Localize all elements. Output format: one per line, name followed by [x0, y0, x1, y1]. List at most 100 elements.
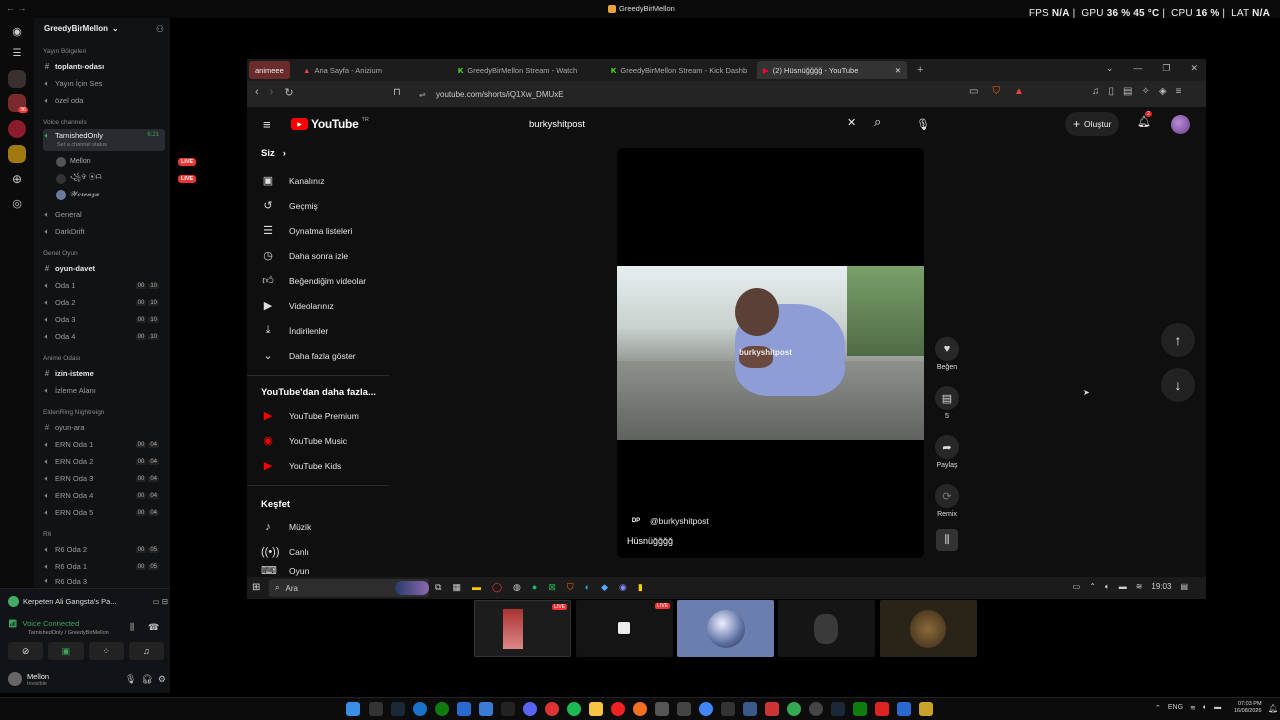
chevron-up-icon[interactable]: ⌃	[1089, 582, 1096, 592]
opera-icon[interactable]	[545, 702, 559, 716]
discover-icon[interactable]: ◎	[8, 194, 26, 212]
previous-short-button[interactable]: ↑	[1161, 323, 1195, 357]
battery-icon[interactable]: ▬	[1119, 582, 1127, 592]
edge-icon[interactable]: ◐	[585, 582, 590, 593]
channel-item[interactable]: 🔈︎ R6 Oda 2 00 05	[43, 542, 165, 557]
sidebar-item-live[interactable]: ((•)) Canlı	[261, 539, 309, 564]
add-friend-icon[interactable]: ⚇	[156, 24, 164, 35]
notification-bell-icon[interactable]: 🔔︎	[1268, 704, 1278, 713]
wallet-icon[interactable]: ▤	[1123, 86, 1132, 97]
chrome-icon[interactable]	[699, 702, 713, 716]
app-icon[interactable]	[919, 702, 933, 716]
mic-icon[interactable]: 🎙︎	[125, 674, 136, 685]
media-icon[interactable]: ♫	[1092, 86, 1100, 97]
steam-icon[interactable]	[391, 702, 405, 716]
channel-item[interactable]: 🔈︎ Yayın İçin Ses	[43, 76, 165, 91]
new-tab-button[interactable]: +	[911, 61, 929, 79]
edge-icon[interactable]	[413, 702, 427, 716]
sidebar-item-music[interactable]: ◉ YouTube Music	[261, 428, 347, 453]
task-view-icon[interactable]: ⧉	[435, 582, 441, 593]
explorer-icon[interactable]: ▬	[472, 582, 481, 593]
channel-item[interactable]: 🔈︎ Oda 4 00 10	[43, 329, 165, 344]
avatar[interactable]	[8, 672, 22, 686]
screen-share-icon[interactable]: ▣	[48, 642, 84, 660]
windows-start-icon[interactable]: ⊞	[252, 582, 260, 593]
user-tile[interactable]	[778, 600, 875, 657]
clear-search-icon[interactable]: ✕	[847, 116, 856, 129]
add-server-icon[interactable]: ⊕	[8, 170, 26, 188]
sidebar-item-show-more[interactable]: ⌄ Daha fazla göster	[261, 343, 355, 368]
maximize-icon[interactable]: ❐	[1162, 63, 1170, 74]
channel-item[interactable]: 🔈︎ R6 Oda 1 00 05	[43, 559, 165, 574]
tab-group-label[interactable]: animeee	[249, 61, 290, 79]
app-icon[interactable]: ◆	[601, 582, 608, 593]
channel-row[interactable]: DP @burkyshitpost	[627, 516, 709, 526]
channel-item[interactable]: 🔈︎ ERN Oda 5 00 04	[43, 505, 165, 520]
shorts-player[interactable]: burkyshitpost DP @burkyshitpost Hüsnüğğğ…	[617, 148, 924, 558]
close-icon[interactable]: ✕	[1190, 63, 1198, 74]
site-info-icon[interactable]: ⇌	[419, 90, 426, 99]
channel-item[interactable]: 🔈︎ R6 Oda 3	[43, 576, 165, 586]
tab-kick-dashboard[interactable]: K GreedyBirMellon Stream - Kick Dashb	[605, 61, 753, 79]
next-short-button[interactable]: ↓	[1161, 368, 1195, 402]
wifi-icon[interactable]: ≋	[1136, 582, 1143, 592]
app-icon[interactable]	[809, 702, 823, 716]
brave-icon[interactable]	[633, 702, 647, 716]
cast-icon[interactable]: ▭	[969, 86, 978, 97]
rewards-icon[interactable]: ▲	[1014, 86, 1024, 97]
app-icon[interactable]	[479, 702, 493, 716]
sidebar-item-kids[interactable]: ▶ YouTube Kids	[261, 453, 342, 478]
category-header[interactable]: R6	[43, 531, 51, 538]
category-header[interactable]: Anime Odası	[43, 355, 81, 362]
video-frame[interactable]: burkyshitpost	[617, 266, 924, 440]
forward-icon[interactable]: ›	[270, 86, 274, 99]
gear-icon[interactable]: ⚙	[158, 674, 166, 685]
youtube-logo[interactable]: ▶ YouTube TR	[291, 117, 369, 131]
channel-item[interactable]: 🔈︎ ERN Oda 2 00 04	[43, 454, 165, 469]
steam-icon[interactable]	[831, 702, 845, 716]
terminal-icon[interactable]	[501, 702, 515, 716]
sidebar-item-playlists[interactable]: ☰ Oynatma listeleri	[261, 218, 352, 243]
keyboard-icon[interactable]: ▭	[1073, 582, 1081, 592]
channel-item[interactable]: 🔈︎ İzleme Alanı	[43, 383, 165, 398]
disconnect-icon[interactable]: ☎	[148, 622, 159, 633]
like-button[interactable]: ♥ Beğen	[934, 337, 960, 371]
voice-user[interactable]: 𝓦𝓸𝓻𝓮𝓷𝔃𝓪	[56, 187, 99, 202]
voice-search-icon[interactable]: 🎙︎	[912, 113, 934, 135]
minimize-icon[interactable]: —	[1133, 63, 1142, 74]
stream-thumbnail[interactable]: LIVE	[474, 600, 571, 657]
channel-item[interactable]: 🔈︎ ERN Oda 4 00 04	[43, 488, 165, 503]
server-icon[interactable]	[8, 120, 26, 138]
close-icon[interactable]: ✕	[895, 66, 901, 75]
reload-icon[interactable]: ↻	[284, 86, 293, 99]
pin-icon[interactable]	[765, 702, 779, 716]
app-icon[interactable]	[655, 702, 669, 716]
voice-status[interactable]: 📶︎ Voice Connected	[8, 619, 79, 628]
soundboard-icon[interactable]: ♫	[128, 642, 164, 660]
discord-home-icon[interactable]: ◉	[8, 22, 26, 40]
hamburger-menu-icon[interactable]: ≡	[263, 117, 271, 132]
channel-item[interactable]: 🔈︎ Oda 2 00 10	[43, 295, 165, 310]
language-indicator[interactable]: ENG	[1168, 704, 1183, 712]
channel-item[interactable]: 🔈︎ Oda 1 00 10	[43, 278, 165, 293]
sidebar-item-history[interactable]: ↺ Geçmiş	[261, 193, 317, 218]
bookmark-icon[interactable]: ⊓	[393, 87, 401, 98]
app-icon[interactable]: ▦	[452, 582, 461, 593]
wifi-icon[interactable]: ≋	[1190, 704, 1196, 712]
you-section-header[interactable]: Siz ›	[261, 148, 286, 159]
app-icon[interactable]: ▮	[638, 582, 643, 593]
discord-icon[interactable]: ◉	[619, 582, 627, 593]
xbox-icon[interactable]: ⊠	[548, 582, 556, 593]
sidebar-item-watch-later[interactable]: ◷ Daha sonra izle	[261, 243, 348, 268]
create-button[interactable]: + Oluştur	[1065, 112, 1120, 136]
voice-user[interactable]: Mellon	[56, 154, 91, 169]
xbox-app-icon[interactable]	[853, 702, 867, 716]
channel-item-active[interactable]: 🔈︎ TarnishedOnly 6:21 Set a channel stat…	[43, 129, 165, 151]
task-view-icon[interactable]	[369, 702, 383, 716]
category-header[interactable]: Voice channels	[43, 119, 87, 126]
brave-shield-icon[interactable]: ⛉	[992, 86, 1000, 97]
server-header[interactable]: GreedyBirMellon ⌄	[44, 24, 119, 33]
app-icon[interactable]	[897, 702, 911, 716]
channel-item[interactable]: # toplantı-odası	[43, 59, 165, 74]
app-icon[interactable]	[457, 702, 471, 716]
